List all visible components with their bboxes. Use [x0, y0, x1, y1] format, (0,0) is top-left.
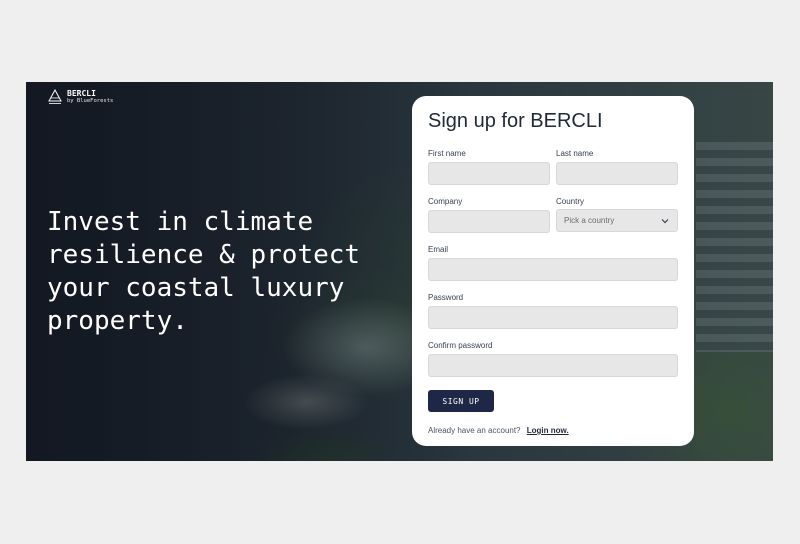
email-field[interactable] — [428, 258, 678, 281]
sign-up-button[interactable]: SIGN UP — [428, 390, 494, 412]
company-label: Company — [428, 197, 463, 206]
login-prompt-text: Already have an account? — [428, 426, 521, 435]
password-label: Password — [428, 293, 464, 302]
login-prompt: Already have an account? Login now. — [428, 426, 678, 435]
country-label: Country — [556, 197, 585, 206]
company-field[interactable] — [428, 210, 550, 233]
country-select[interactable]: Pick a country — [556, 209, 678, 232]
chevron-down-icon — [661, 218, 669, 223]
hero-headline: Invest in climate resilience & protect y… — [47, 207, 361, 336]
confirm-password-label: Confirm password — [428, 341, 493, 350]
last-name-field[interactable] — [556, 162, 678, 185]
signup-card: Sign up for BERCLI First name Last name … — [412, 96, 694, 446]
last-name-label: Last name — [556, 149, 594, 158]
first-name-label: First name — [428, 149, 466, 158]
country-select-placeholder: Pick a country — [564, 216, 615, 225]
login-link[interactable]: Login now. — [527, 426, 569, 435]
building-decoration — [696, 142, 773, 352]
signup-title: Sign up for BERCLI — [428, 110, 603, 132]
brand-name: BERCLI — [67, 89, 96, 98]
first-name-field[interactable] — [428, 162, 550, 185]
brand-logo-block[interactable]: BERCLI by BlueForests — [48, 89, 113, 105]
brand-subtitle: by BlueForests — [67, 98, 114, 104]
confirm-password-field[interactable] — [428, 354, 678, 377]
email-label: Email — [428, 245, 449, 254]
mountain-logo-icon — [48, 89, 62, 104]
password-field[interactable] — [428, 306, 678, 329]
